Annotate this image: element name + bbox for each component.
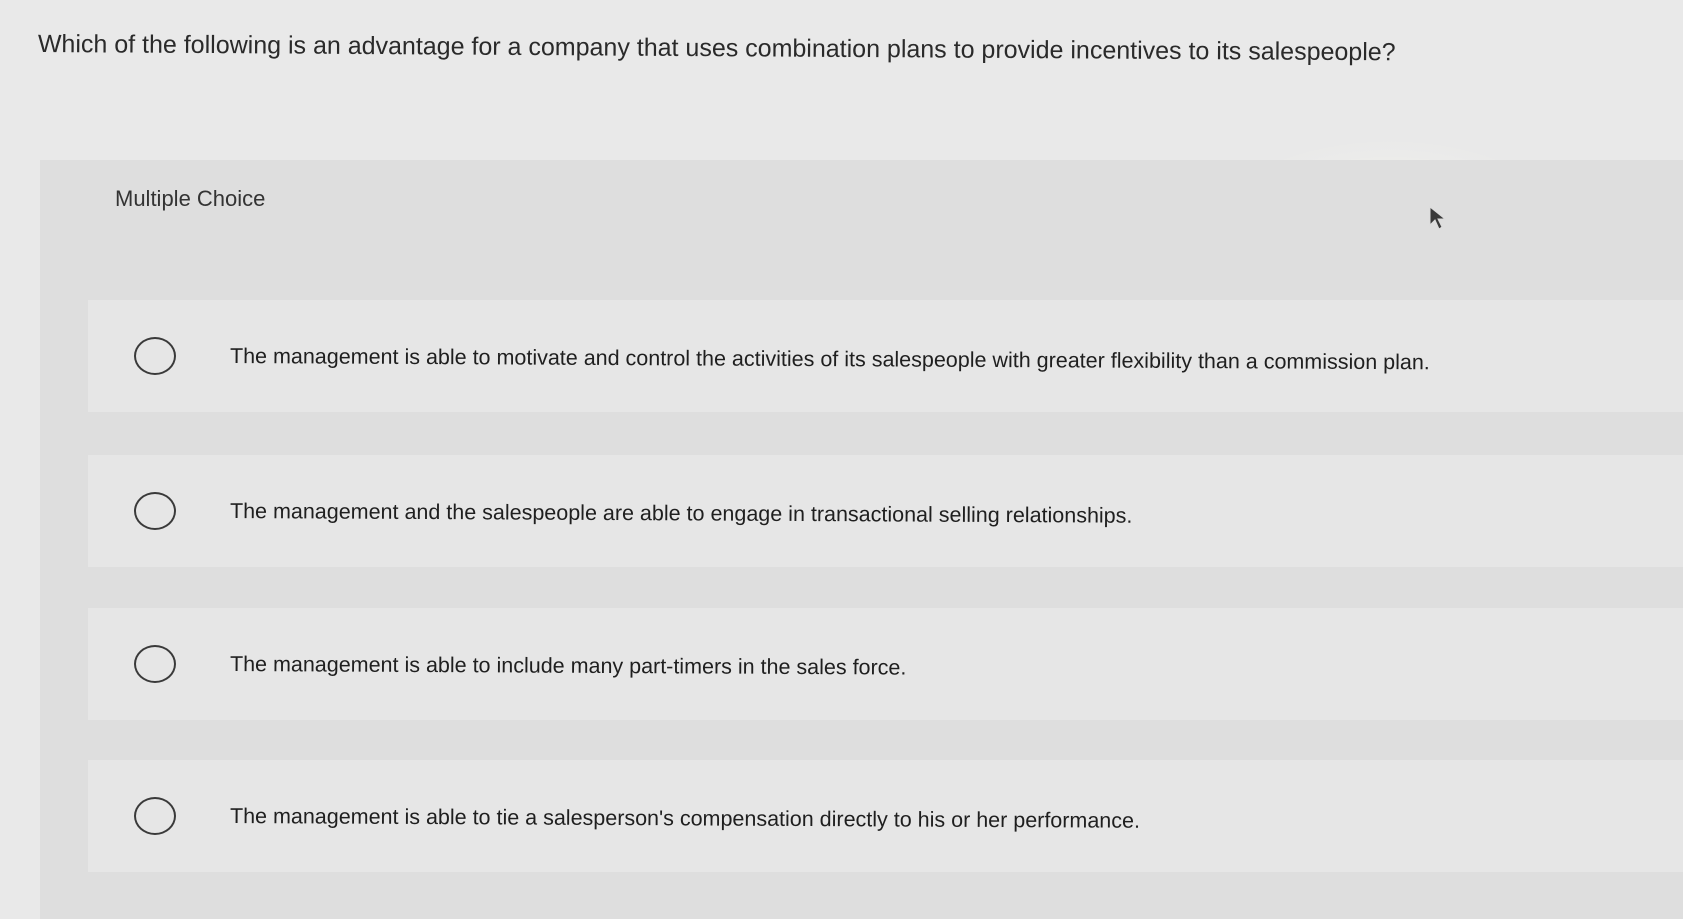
radio-button-icon[interactable] (134, 492, 176, 530)
radio-button-icon[interactable] (134, 645, 176, 683)
radio-button-icon[interactable] (134, 797, 176, 835)
multiple-choice-label: Multiple Choice (115, 186, 266, 211)
answer-option-1[interactable]: The management is able to motivate and c… (88, 300, 1683, 412)
mouse-pointer-icon (1429, 205, 1447, 230)
answer-option-3-label[interactable]: The management is able to include many p… (230, 649, 907, 683)
answer-option-3[interactable]: The management is able to include many p… (88, 608, 1683, 720)
answer-option-1-label[interactable]: The management is able to motivate and c… (230, 341, 1430, 377)
answer-option-2-label[interactable]: The management and the salespeople are a… (230, 496, 1133, 531)
answer-option-2[interactable]: The management and the salespeople are a… (88, 455, 1683, 567)
question-text: Which of the following is an advantage f… (37, 29, 1396, 67)
answer-option-4-label[interactable]: The management is able to tie a salesper… (230, 801, 1140, 836)
answer-option-4[interactable]: The management is able to tie a salesper… (88, 760, 1683, 872)
radio-button-icon[interactable] (134, 337, 176, 375)
